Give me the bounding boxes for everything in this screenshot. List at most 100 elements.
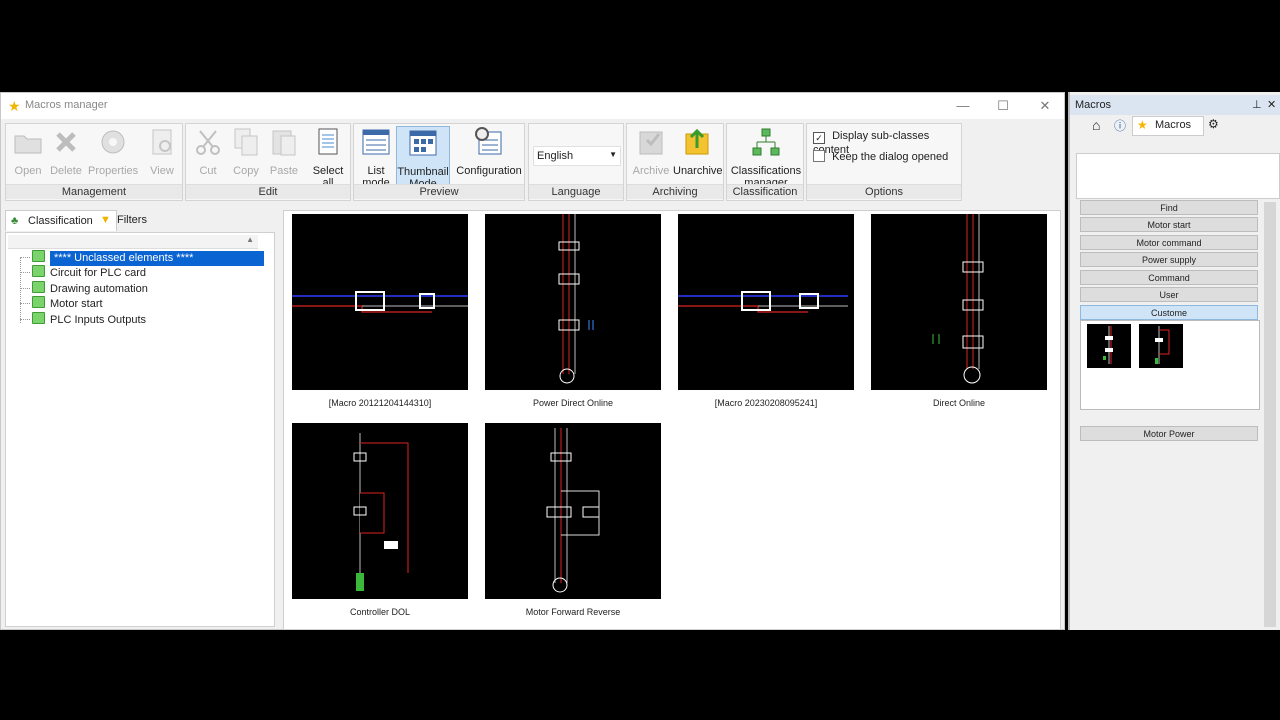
hierarchy-icon [752, 128, 780, 156]
leaf-icon [32, 250, 45, 262]
thumbnail-caption: Motor Forward Reverse [525, 607, 621, 617]
copy-button[interactable]: Copy [228, 126, 264, 177]
ribbon-group-edit: Cut Copy Paste Select all Edit [185, 123, 351, 201]
properties-button[interactable]: Properties [88, 126, 138, 177]
panel-button-motor-command[interactable]: Motor command [1080, 235, 1258, 250]
paste-icon [272, 130, 296, 156]
scissors-icon [196, 130, 220, 155]
tree-item[interactable]: Circuit for PLC card [16, 265, 146, 280]
options-group-label: Options [807, 184, 961, 199]
schematic-preview [1103, 326, 1113, 364]
tree-item[interactable]: Motor start [16, 296, 103, 311]
ribbon-group-management: Open Delete Properties View Management [5, 123, 183, 201]
archive-label: Archive [632, 165, 670, 177]
macro-mini-thumbnail[interactable] [1087, 324, 1131, 368]
panel-scrollbar[interactable] [1264, 202, 1276, 627]
unarchive-button[interactable]: Unarchive [673, 126, 723, 177]
classification-icon: ♣ [11, 215, 19, 227]
configuration-button[interactable]: Configuration [454, 126, 524, 177]
tree-header: ▲ [8, 235, 258, 249]
panel-button-find[interactable]: Find [1080, 200, 1258, 215]
macro-thumbnail[interactable]: [Macro 20121204144310] [292, 214, 468, 408]
sort-arrow-icon[interactable]: ▲ [246, 235, 254, 244]
thumbnail-mode-button[interactable]: Thumbnail Mode [396, 126, 450, 190]
leaf-icon [32, 265, 45, 277]
copy-icon [234, 128, 258, 156]
tree-item[interactable]: PLC Inputs Outputs [16, 312, 146, 327]
classification-tree: ▲ **** Unclassed elements **** Circuit f… [5, 232, 275, 627]
copy-label: Copy [233, 165, 259, 177]
leaf-icon [32, 312, 45, 324]
thumbnail-caption: Direct Online [932, 398, 986, 408]
settings-icon[interactable]: ⚙ [1208, 117, 1219, 131]
language-group-label: Language [529, 184, 623, 199]
cut-button[interactable]: Cut [190, 126, 226, 177]
thumbnail-caption: Controller DOL [349, 607, 411, 617]
macro-thumbnail[interactable]: Power Direct Online [485, 214, 661, 408]
panel-button-motor-start[interactable]: Motor start [1080, 217, 1258, 232]
panel-title-bar: Macros ⊥ ✕ [1070, 95, 1280, 115]
tab-filters-label: Filters [117, 214, 147, 226]
tab-classification-label: Classification [28, 215, 93, 227]
panel-button-power-supply[interactable]: Power supply [1080, 252, 1258, 267]
schematic-preview [292, 214, 468, 390]
list-mode-label-1: List [367, 165, 385, 177]
management-group-label: Management [6, 184, 182, 199]
archiving-group-label: Archiving [627, 184, 723, 199]
panel-button-user[interactable]: User [1080, 287, 1258, 302]
panel-close-button[interactable]: ✕ [1267, 98, 1276, 111]
preview-group-label: Preview [354, 184, 524, 199]
view-icon [152, 129, 172, 155]
properties-icon [101, 130, 125, 154]
thumbnail-area: [Macro 20121204144310] Power Direct Onli… [283, 210, 1061, 630]
panel-search-box[interactable] [1076, 153, 1280, 199]
macro-thumbnail[interactable]: [Macro 20230208095241] [678, 214, 854, 408]
unarchive-icon [685, 128, 709, 155]
leaf-icon [32, 296, 45, 308]
open-label: Open [14, 165, 42, 177]
tab-filters[interactable]: ▼ Filters [95, 210, 173, 230]
classifications-manager-button[interactable]: Classifications manager [729, 126, 803, 189]
classifications-manager-label-1: Classifications [730, 165, 802, 177]
macro-thumbnail[interactable]: Controller DOL [292, 423, 468, 617]
ribbon-group-language: English ▼ Language [528, 123, 624, 201]
macro-thumbnail[interactable]: Motor Forward Reverse [485, 423, 661, 617]
info-icon[interactable]: ⓘ [1114, 117, 1126, 134]
pin-button[interactable]: ⊥ [1252, 98, 1262, 111]
close-button[interactable]: ✕ [1033, 97, 1057, 115]
paste-button[interactable]: Paste [266, 126, 302, 177]
panel-button-command[interactable]: Command [1080, 270, 1258, 285]
list-mode-button[interactable]: List mode [356, 126, 396, 189]
macro-mini-thumbnail[interactable] [1139, 324, 1183, 368]
panel-tab-macros-label: Macros [1155, 119, 1192, 131]
panel-toolbar: ⌂ ⓘ ★ Macros ⚙ [1072, 116, 1278, 136]
keep-dialog-opened-label: Keep the dialog opened [832, 151, 949, 163]
select-all-button[interactable]: Select all [308, 126, 348, 189]
open-button[interactable]: Open [10, 126, 46, 177]
archive-button[interactable]: Archive [631, 126, 671, 177]
keep-dialog-opened-checkbox[interactable]: Keep the dialog opened [813, 150, 948, 163]
select-all-icon [318, 128, 338, 155]
filter-icon: ▼ [100, 214, 111, 226]
home-icon[interactable]: ⌂ [1092, 117, 1100, 133]
leaf-icon [32, 281, 45, 293]
star-icon: ★ [1137, 118, 1148, 132]
custome-content [1080, 320, 1260, 410]
view-button[interactable]: View [144, 126, 180, 177]
thumbnail-caption: [Macro 20121204144310] [328, 398, 432, 408]
ribbon-group-options: ✓ Display sub-classes content Keep the d… [806, 123, 962, 201]
window-title: Macros manager [25, 99, 108, 111]
macro-thumbnail[interactable]: Direct Online [871, 214, 1047, 408]
maximize-button[interactable]: ☐ [991, 97, 1015, 115]
delete-icon [56, 132, 76, 152]
minimize-button[interactable]: — [951, 97, 975, 115]
panel-tab-macros[interactable]: ★ Macros [1132, 116, 1204, 136]
tree-item[interactable]: Drawing automation [16, 281, 148, 296]
panel-button-motor-power[interactable]: Motor Power [1080, 426, 1258, 441]
language-select[interactable]: English ▼ [533, 146, 621, 166]
edit-group-label: Edit [186, 184, 350, 199]
tree-item[interactable]: **** Unclassed elements **** [16, 250, 264, 266]
delete-button[interactable]: Delete [48, 126, 84, 177]
panel-button-custome[interactable]: Custome [1080, 305, 1258, 320]
configuration-label: Configuration [456, 165, 522, 177]
